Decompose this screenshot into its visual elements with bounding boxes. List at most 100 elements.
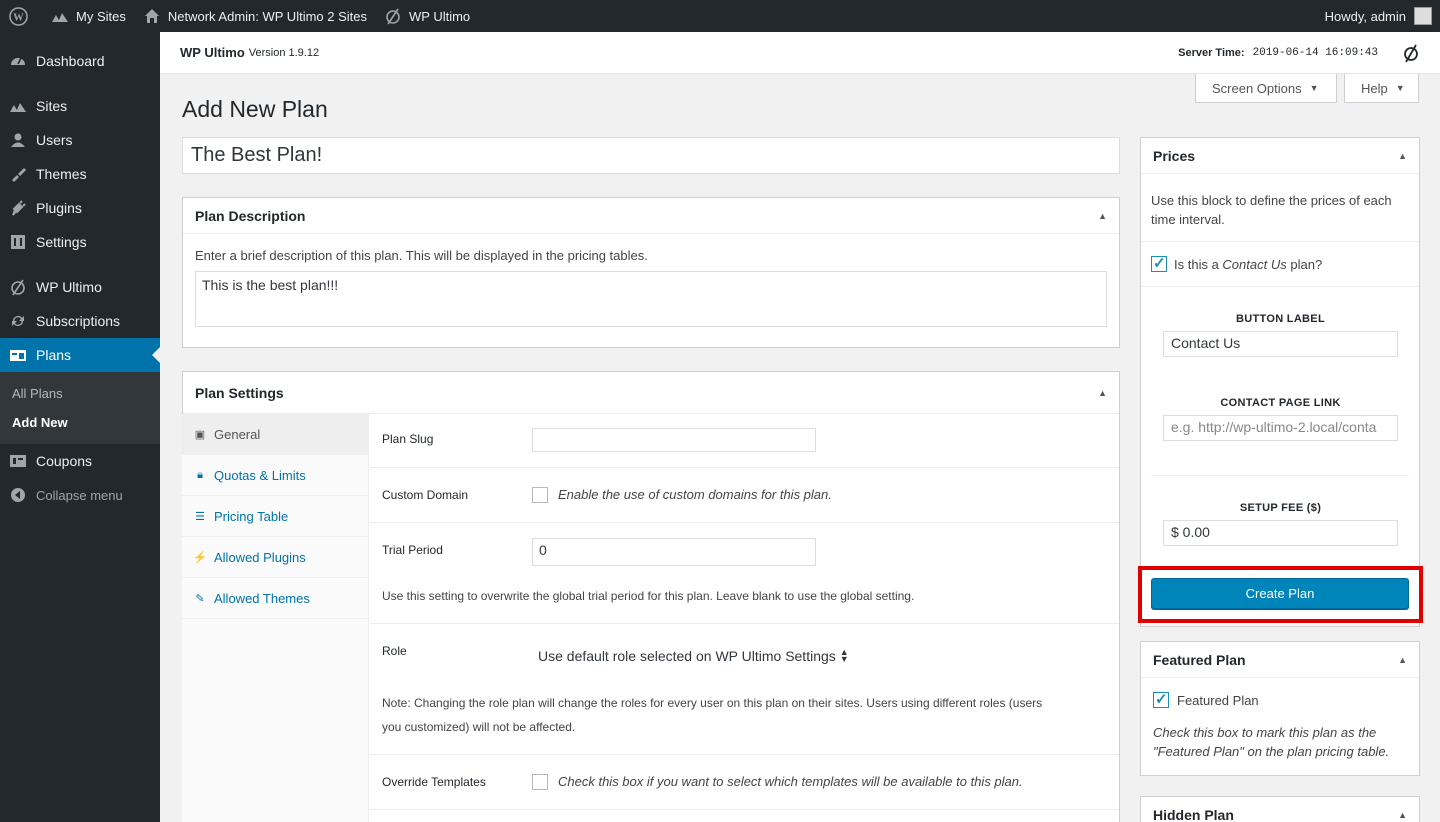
- sidebar-item-users[interactable]: Users: [0, 123, 160, 157]
- prices-help-line: Use this block to define the prices of e…: [1151, 193, 1392, 208]
- plan-settings-header[interactable]: Plan Settings ▲: [183, 372, 1119, 414]
- wp-ultimo-logo-icon: [1402, 44, 1420, 62]
- collapse-menu-button[interactable]: Collapse menu: [0, 478, 160, 512]
- contact-us-checkbox[interactable]: [1151, 254, 1167, 272]
- my-sites-menu[interactable]: My Sites: [42, 0, 134, 32]
- custom-domain-row: Custom Domain Enable the use of custom d…: [370, 468, 1119, 523]
- wordpress-logo-menu[interactable]: W: [0, 0, 42, 32]
- sites-icon: [9, 97, 27, 115]
- sites-icon: [50, 6, 70, 26]
- wordpress-icon: W: [8, 6, 28, 26]
- sidebar-item-plans[interactable]: Plans: [0, 338, 160, 372]
- override-templates-text: Check this box if you want to select whi…: [558, 774, 1023, 789]
- divider: [1151, 475, 1409, 476]
- wp-ultimo-icon: [383, 6, 403, 26]
- plugins-icon: [9, 199, 27, 217]
- custom-domain-label: Custom Domain: [382, 488, 469, 502]
- sidebar-item-label: Plugins: [36, 200, 82, 216]
- toggle-up-icon[interactable]: ▲: [1398, 810, 1407, 820]
- account-menu[interactable]: Howdy, admin: [1325, 7, 1440, 25]
- svg-text:W: W: [13, 12, 24, 23]
- plan-title-input[interactable]: The Best Plan!: [182, 137, 1120, 174]
- contact-us-suffix: plan?: [1290, 257, 1323, 272]
- trial-period-row: Trial Period 0 Use this setting to overw…: [370, 523, 1119, 624]
- description-help: Enter a brief description of this plan. …: [195, 248, 648, 263]
- plans-icon: [9, 346, 27, 364]
- divider: [1141, 286, 1419, 287]
- admin-sidebar: Dashboard Sites Users Themes Plugins Set…: [0, 32, 160, 822]
- setup-fee-title: SETUP FEE ($): [1239, 502, 1322, 514]
- server-time-label: Server Time:: [1178, 46, 1245, 59]
- description-textarea[interactable]: This is the best plan!!!: [195, 271, 1107, 327]
- sidebar-item-plugins[interactable]: Plugins: [0, 191, 160, 225]
- sidebar-item-dashboard[interactable]: Dashboard: [0, 44, 160, 78]
- sidebar-item-wp-ultimo[interactable]: WP Ultimo: [0, 270, 160, 304]
- sidebar-item-label: Users: [36, 132, 73, 148]
- trial-period-label: Trial Period: [382, 543, 443, 557]
- button-label-title: BUTTON LABEL: [1236, 313, 1325, 325]
- tab-pricing-table[interactable]: ☰ Pricing Table: [182, 496, 368, 537]
- sidebar-item-label: Coupons: [36, 453, 93, 469]
- override-templates-row: Override Templates Check this box if you…: [370, 755, 1119, 810]
- tab-label: Allowed Themes: [214, 590, 310, 606]
- tab-quotas-limits[interactable]: 🔒︎ Quotas & Limits: [182, 455, 368, 496]
- submenu-add-new[interactable]: Add New: [0, 408, 160, 437]
- wp-ultimo-menu[interactable]: WP Ultimo: [375, 0, 478, 32]
- screen-options-button[interactable]: Screen Options ▼: [1195, 74, 1337, 103]
- sidebar-item-themes[interactable]: Themes: [0, 157, 160, 191]
- help-button[interactable]: Help ▼: [1344, 74, 1419, 103]
- sidebar-item-label: WP Ultimo: [36, 279, 102, 295]
- button-label-input[interactable]: Contact Us: [1163, 331, 1398, 357]
- server-time: Server Time: 2019-06-14 16:09:43: [1178, 47, 1378, 59]
- toggle-up-icon[interactable]: ▲: [1098, 211, 1107, 221]
- plan-description-header[interactable]: Plan Description ▲: [183, 198, 1119, 234]
- sidebar-item-label: Dashboard: [36, 53, 105, 69]
- submenu-all-plans[interactable]: All Plans: [0, 379, 160, 408]
- featured-plan-header[interactable]: Featured Plan ▲: [1141, 642, 1419, 678]
- tab-allowed-plugins[interactable]: ⚡ Allowed Plugins: [182, 537, 368, 578]
- setup-fee-input[interactable]: $ 0.00: [1163, 520, 1398, 546]
- custom-domain-text: Enable the use of custom domains for thi…: [558, 487, 832, 502]
- toggle-up-icon[interactable]: ▲: [1398, 655, 1407, 665]
- tab-label: Quotas & Limits: [214, 467, 306, 483]
- sidebar-item-subscriptions[interactable]: Subscriptions: [0, 304, 160, 338]
- box-heading: Plan Settings: [195, 384, 284, 401]
- list-icon: ☰: [195, 510, 205, 523]
- my-sites-label: My Sites: [76, 8, 126, 24]
- sidebar-item-sites[interactable]: Sites: [0, 89, 160, 123]
- tab-allowed-themes[interactable]: ✎ Allowed Themes: [182, 578, 368, 619]
- select-arrows-icon: ▲ ▼: [839, 647, 849, 664]
- toggle-up-icon[interactable]: ▲: [1398, 151, 1407, 161]
- role-select[interactable]: Use default role selected on WP Ultimo S…: [532, 642, 855, 670]
- screen-options-label: Screen Options: [1212, 80, 1302, 96]
- sidebar-item-coupons[interactable]: Coupons: [0, 444, 160, 478]
- role-note-line: Note: Changing the role plan will change…: [382, 696, 1043, 710]
- contact-page-link-input[interactable]: e.g. http://wp-ultimo-2.local/conta: [1163, 415, 1398, 441]
- network-admin-menu[interactable]: Network Admin: WP Ultimo 2 Sites: [134, 0, 375, 32]
- tab-label: General: [214, 426, 261, 442]
- prices-help: Use this block to define the prices of e…: [1151, 191, 1413, 229]
- plugin-icon: ⚡: [193, 551, 207, 564]
- featured-help-line: Check this box to mark this plan as the: [1153, 725, 1377, 740]
- trial-period-input[interactable]: 0: [532, 538, 816, 566]
- tab-general[interactable]: ▣ General: [182, 414, 368, 455]
- hidden-plan-header[interactable]: Hidden Plan ▲: [1141, 797, 1419, 822]
- contact-us-em: Contact Us: [1222, 257, 1287, 272]
- page-title: Add New Plan: [182, 96, 328, 122]
- sidebar-item-settings[interactable]: Settings: [0, 225, 160, 259]
- prices-header[interactable]: Prices ▲: [1141, 138, 1419, 174]
- plan-slug-input[interactable]: [532, 428, 816, 452]
- home-icon: [142, 6, 162, 26]
- toggle-up-icon[interactable]: ▲: [1098, 388, 1107, 398]
- plans-submenu: All Plans Add New: [0, 372, 160, 444]
- contact-us-prefix: Is this a: [1174, 257, 1219, 272]
- hidden-plan-box: Hidden Plan ▲: [1140, 796, 1420, 822]
- collapse-icon: [9, 486, 27, 504]
- override-templates-checkbox[interactable]: [532, 774, 548, 790]
- plan-description-box: Plan Description ▲ Enter a brief descrip…: [182, 197, 1120, 348]
- featured-plan-checkbox[interactable]: [1153, 690, 1169, 708]
- custom-domain-checkbox[interactable]: [532, 487, 548, 503]
- triangle-down-icon: ▼: [1309, 83, 1319, 93]
- settings-tabs: ▣ General 🔒︎ Quotas & Limits ☰ Pricing T…: [182, 414, 369, 822]
- sidebar-item-label: Subscriptions: [36, 313, 121, 329]
